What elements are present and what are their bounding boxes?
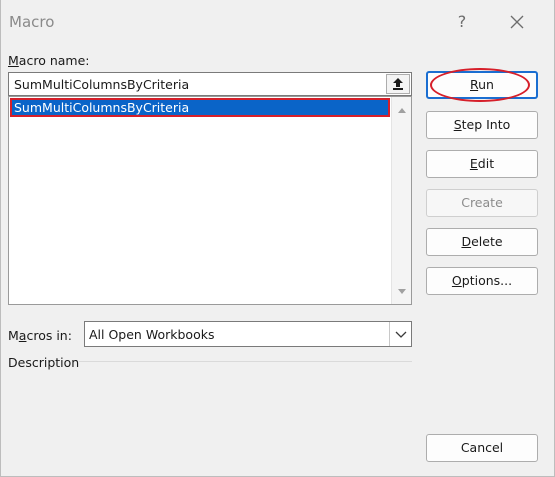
step-into-label: tep Into	[461, 117, 511, 132]
scroll-up-icon[interactable]	[398, 108, 406, 113]
delete-accel: D	[461, 234, 472, 249]
step-into-button[interactable]: Step Into	[426, 111, 538, 139]
list-item[interactable]: SumMultiColumnsByCriteria	[10, 98, 390, 117]
create-button[interactable]: Create	[426, 189, 538, 217]
dialog-title: Macro	[9, 13, 55, 31]
upload-arrow-icon	[393, 78, 403, 90]
help-icon[interactable]: ?	[451, 10, 473, 34]
macro-name-label-text: acro name:	[18, 53, 90, 68]
macros-in-dropdown[interactable]: All Open Workbooks	[84, 321, 412, 347]
run-highlight-annotation	[430, 68, 530, 102]
description-label: Description	[8, 355, 80, 370]
macro-name-label: Macro name:	[8, 53, 89, 68]
macros-in-label: Macros in:	[8, 328, 72, 343]
description-divider	[79, 361, 412, 362]
macro-dialog: Macro ? Macro name: SumMultiColumnsByCri…	[0, 0, 555, 477]
edit-button[interactable]: Edit	[426, 150, 538, 178]
collapse-dialog-button[interactable]	[386, 74, 410, 94]
macros-in-value: All Open Workbooks	[89, 327, 215, 342]
delete-button[interactable]: Delete	[426, 228, 538, 256]
close-icon[interactable]	[504, 10, 530, 34]
chevron-down-icon[interactable]	[389, 322, 411, 346]
edit-accel: E	[469, 156, 478, 171]
step-into-accel: S	[453, 117, 462, 132]
macros-in-label-pre: M	[8, 328, 19, 343]
delete-label: elete	[471, 234, 503, 249]
options-button[interactable]: Options...	[426, 267, 538, 295]
list-scrollbar[interactable]	[391, 97, 411, 304]
options-accel: O	[451, 273, 462, 288]
options-label: ptions...	[461, 273, 513, 288]
macro-name-label-accel: M	[8, 53, 19, 68]
edit-label: dit	[477, 156, 495, 171]
macro-name-input[interactable]: SumMultiColumnsByCriteria	[8, 72, 412, 96]
cancel-button[interactable]: Cancel	[426, 434, 538, 462]
macro-list[interactable]: SumMultiColumnsByCriteria	[8, 96, 412, 305]
scroll-down-icon[interactable]	[398, 289, 406, 294]
macros-in-label-text: cros in:	[26, 328, 72, 343]
